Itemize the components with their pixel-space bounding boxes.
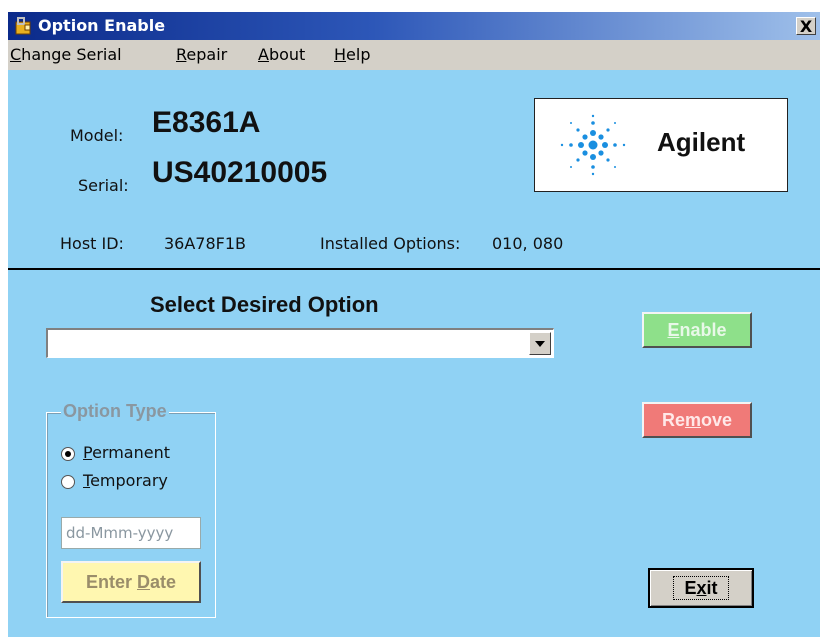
installed-options-value: 010, 080: [492, 234, 564, 253]
temporary-radio[interactable]: [61, 475, 75, 489]
option-select-dropdown[interactable]: [46, 328, 554, 358]
menu-about-label: bout: [268, 45, 306, 64]
menu-change-serial-label: hange Serial: [21, 45, 122, 64]
temporary-label-text: emporary: [90, 471, 168, 490]
window-title: Option Enable: [38, 16, 166, 35]
close-button[interactable]: X: [796, 17, 816, 36]
enter-date-label-pre: Enter: [85, 572, 137, 592]
model-label: Model:: [70, 126, 124, 145]
exit-focus-rect: Exit: [673, 576, 729, 600]
host-id-value: 36A78F1B: [164, 234, 247, 253]
serial-value: US40210005: [152, 156, 328, 189]
permanent-label-text: ermanent: [92, 443, 171, 462]
model-value: E8361A: [152, 106, 261, 139]
menu-change-serial-mnemonic: C: [10, 45, 22, 64]
option-enable-window: Option Enable X Change Serial Repair Abo…: [8, 12, 820, 637]
enable-label: nable: [679, 320, 727, 340]
enable-mnemonic: E: [667, 320, 680, 340]
installed-options-label: Installed Options:: [320, 234, 461, 253]
menu-help[interactable]: Help: [334, 45, 370, 64]
menu-help-mnemonic: H: [334, 45, 347, 64]
exit-label-pre: E: [684, 578, 697, 598]
agilent-spark-logo: [560, 114, 626, 176]
chevron-down-icon[interactable]: [529, 332, 551, 355]
host-id-label: Host ID:: [60, 234, 124, 253]
agilent-logo-text: Agilent: [657, 127, 746, 157]
enter-date-label-post: ate: [150, 572, 177, 592]
temporary-label[interactable]: Temporary: [83, 471, 168, 490]
exit-button[interactable]: Exit: [648, 568, 754, 608]
remove-label-post: ove: [701, 410, 733, 430]
exit-label-post: it: [706, 578, 718, 598]
agilent-logo: Agilent: [534, 98, 788, 192]
menu-help-label: elp: [346, 45, 371, 64]
menu-repair[interactable]: Repair: [176, 45, 227, 64]
section-divider: [8, 268, 820, 270]
temporary-mnemonic: T: [83, 471, 91, 490]
remove-mnemonic: m: [684, 410, 701, 430]
enter-date-button[interactable]: Enter Date: [61, 561, 201, 603]
remove-label-pre: Re: [661, 410, 685, 430]
remove-button[interactable]: Remove: [642, 402, 752, 438]
permanent-mnemonic: P: [83, 443, 93, 462]
option-type-title: Option Type: [61, 401, 169, 422]
enter-date-mnemonic: D: [137, 572, 150, 592]
menu-repair-label: epair: [186, 45, 228, 64]
permanent-radio[interactable]: [61, 447, 75, 461]
key-window-icon: [15, 17, 31, 35]
menu-about-mnemonic: A: [258, 45, 269, 64]
menu-change-serial[interactable]: Change Serial: [10, 45, 122, 64]
exit-mnemonic: x: [696, 578, 707, 598]
title-bar[interactable]: Option Enable X: [8, 12, 820, 40]
permanent-label[interactable]: Permanent: [83, 443, 170, 462]
menu-about[interactable]: About: [258, 45, 305, 64]
menu-bar: Change Serial Repair About Help: [8, 40, 820, 70]
enable-button[interactable]: Enable: [642, 312, 752, 348]
option-type-group: Option Type Permanent Temporary dd-Mmm-y…: [46, 401, 216, 618]
date-input[interactable]: dd-Mmm-yyyy: [61, 517, 201, 549]
serial-label: Serial:: [78, 176, 129, 195]
select-option-title: Select Desired Option: [150, 292, 379, 317]
menu-repair-mnemonic: R: [176, 45, 187, 64]
